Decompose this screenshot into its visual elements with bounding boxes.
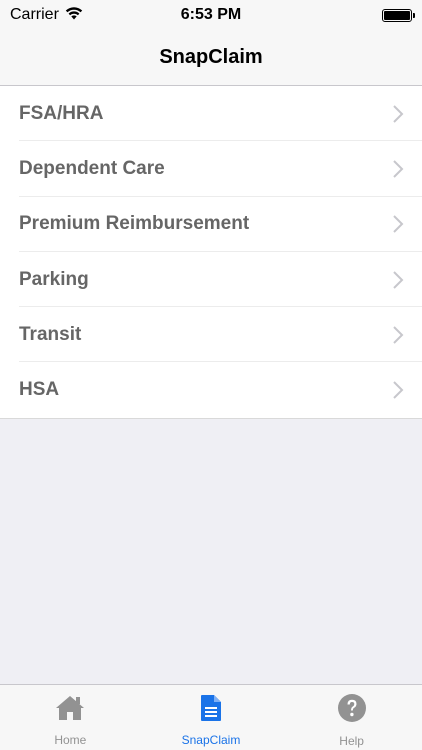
list-item-label: Parking — [19, 268, 89, 290]
page-title: SnapClaim — [159, 46, 263, 68]
list-item-label: HSA — [19, 379, 60, 401]
battery-icon — [382, 8, 415, 22]
claim-type-list: FSA/HRA Dependent Care Premium Reimburse… — [0, 86, 422, 419]
list-item-label: FSA/HRA — [19, 102, 104, 124]
chevron-right-icon — [392, 270, 404, 290]
status-bar: Carrier 6:53 PM — [0, 0, 422, 30]
status-time: 6:53 PM — [180, 6, 242, 23]
list-item-hsa[interactable]: HSA — [0, 362, 422, 418]
list-item-transit[interactable]: Transit — [0, 307, 422, 363]
screen: Carrier 6:53 PM SnapClaim FSA/HRA Depend… — [0, 0, 422, 750]
status-left: Carrier — [10, 6, 150, 25]
tab-label: SnapClaim — [181, 733, 241, 747]
status-right — [272, 8, 415, 22]
chevron-right-icon — [392, 380, 404, 400]
chevron-right-icon — [392, 325, 404, 345]
list-item-dependent-care[interactable]: Dependent Care — [0, 141, 422, 197]
list-item-premium-reimbursement[interactable]: Premium Reimbursement — [0, 196, 422, 253]
chevron-right-icon — [392, 104, 404, 124]
list-item-fsa-hra[interactable]: FSA/HRA — [0, 86, 422, 142]
list-item-label: Transit — [19, 323, 82, 345]
list-item-label: Dependent Care — [19, 157, 165, 179]
carrier-label: Carrier — [10, 6, 59, 23]
tab-home[interactable]: Home — [0, 688, 140, 747]
tab-snapclaim[interactable]: SnapClaim — [141, 688, 281, 747]
nav-bar: SnapClaim — [0, 30, 422, 86]
tab-label: Home — [54, 733, 87, 747]
document-icon — [199, 694, 223, 727]
help-icon — [337, 693, 367, 728]
tab-bar: Home SnapClaim Help — [0, 684, 422, 750]
list-item-parking[interactable]: Parking — [0, 251, 422, 308]
chevron-right-icon — [392, 159, 404, 179]
list-item-label: Premium Reimbursement — [19, 213, 250, 235]
wifi-icon — [65, 6, 83, 25]
tab-label: Help — [339, 734, 364, 748]
battery-fill — [384, 10, 410, 20]
home-icon — [54, 694, 86, 727]
chevron-right-icon — [392, 214, 404, 234]
tab-help[interactable]: Help — [282, 687, 422, 748]
